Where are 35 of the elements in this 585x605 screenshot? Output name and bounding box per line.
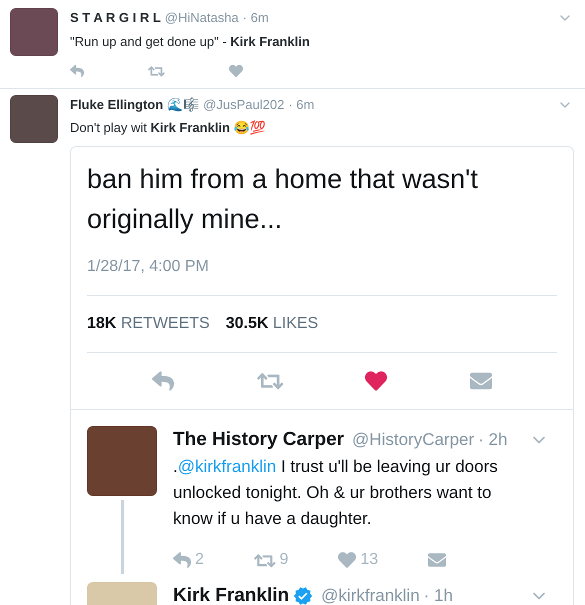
heart-icon[interactable] — [228, 64, 243, 78]
tweet-text: "Run up and get done up" - Kirk Franklin — [70, 32, 311, 51]
reply-text: .@kirkfranklin I trust u'll be leaving ur doors unlocked tonight. Oh & ur brothers want to know if u have a daughter. — [173, 456, 499, 530]
date-text: 1/28/17, 4:00 PM — [87, 254, 557, 296]
verified-icon — [293, 586, 314, 605]
heart-icon[interactable] — [365, 370, 388, 392]
avatar-photo — [10, 94, 58, 143]
user-name[interactable]: S T A R G I R L — [70, 8, 161, 28]
user-handle[interactable]: @HistoryCarper — [352, 427, 474, 453]
tweet-text: Don't play wit Kirk Franklin 😂💯 — [70, 119, 267, 138]
user-name[interactable]: The History Carper — [173, 426, 344, 454]
user-name[interactable]: Kirk Franklin — [173, 582, 290, 605]
envelope-icon[interactable] — [428, 551, 446, 570]
timestamp[interactable]: · 6m — [242, 8, 269, 28]
user-handle[interactable]: @JusPaul202 — [203, 94, 284, 114]
reply-icon[interactable] — [70, 64, 84, 78]
timestamp[interactable]: · 2h — [478, 427, 508, 453]
avatar-photo — [10, 8, 58, 56]
action-count: 2 — [195, 550, 204, 570]
user-handle[interactable]: @kirkfranklin — [321, 583, 420, 605]
stat-count[interactable]: 30.5K LIKES — [226, 312, 318, 336]
heart-icon[interactable] — [338, 551, 356, 570]
stat-count[interactable]: 18K RETWEETS — [87, 312, 210, 336]
name-emoji: 🌊🎼 — [167, 96, 200, 114]
action-count: 13 — [360, 550, 378, 570]
user-handle[interactable]: @HiNatasha — [164, 8, 239, 28]
reply-icon[interactable] — [152, 370, 174, 392]
timestamp[interactable]: · 6m — [288, 94, 314, 114]
user-name[interactable]: Fluke Ellington — [70, 94, 164, 114]
reply-icon[interactable] — [173, 551, 191, 570]
timestamp[interactable]: · 1h — [424, 583, 453, 605]
avatar-photo — [87, 426, 157, 496]
action-count: 9 — [280, 550, 288, 570]
tweet-text: ban him from a home that wasn't originally mine... — [87, 162, 479, 236]
mention-link[interactable]: @kirkfranklin — [178, 457, 276, 476]
